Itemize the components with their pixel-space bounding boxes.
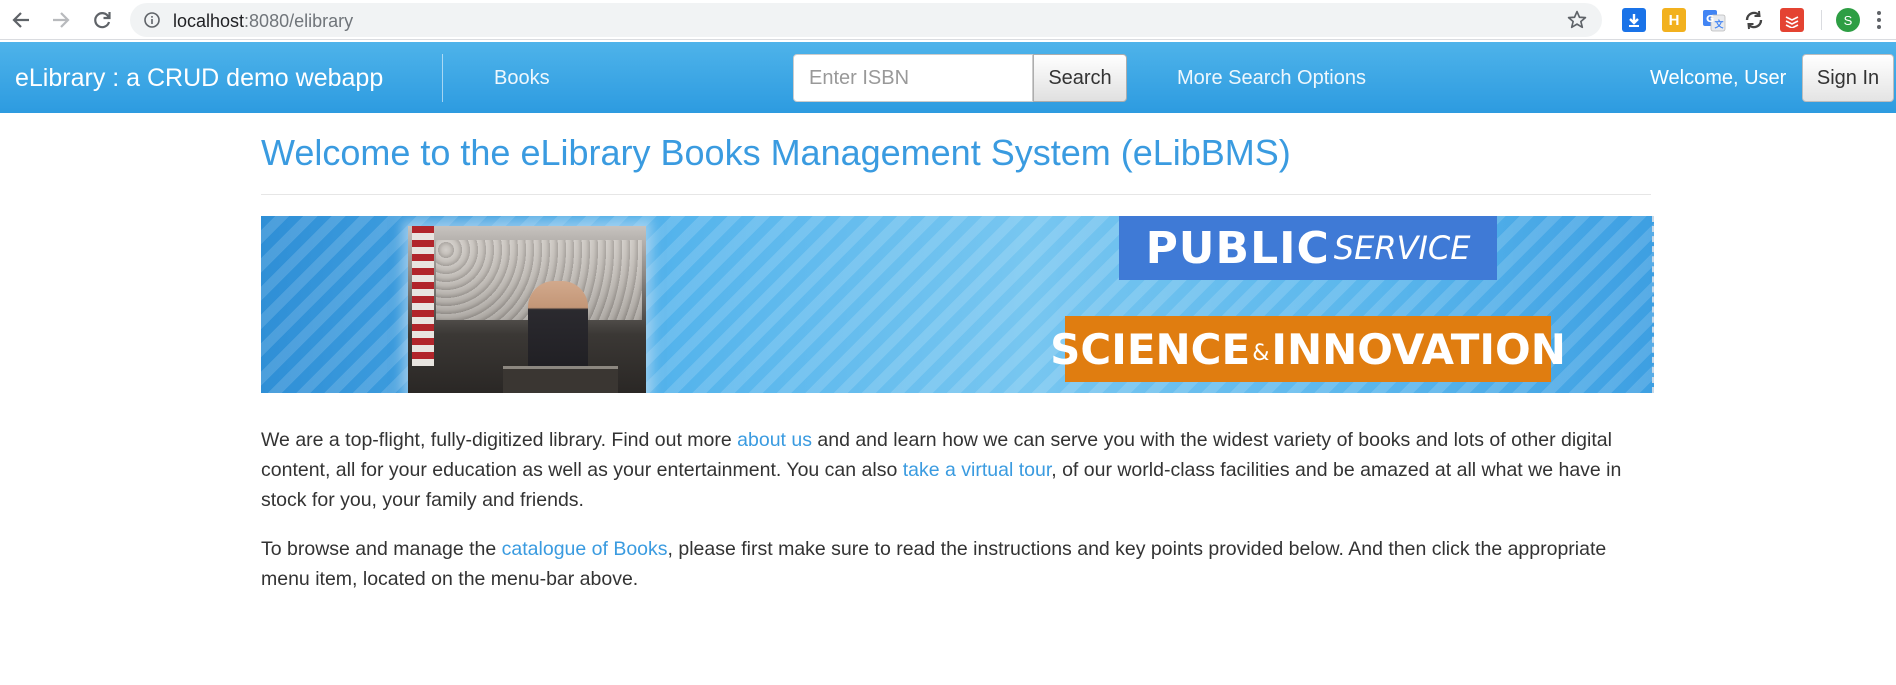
profile-avatar[interactable]: S — [1836, 8, 1860, 32]
innovation-word: INNOVATION — [1271, 324, 1566, 374]
browser-toolbar: localhost:8080/elibrary H G文 S — [0, 0, 1896, 40]
welcome-user-text: Welcome, User — [1650, 67, 1787, 89]
intro-paragraph: We are a top-flight, fully-digitized lib… — [261, 425, 1656, 515]
svg-text:G: G — [1706, 14, 1714, 25]
todoist-icon[interactable] — [1780, 8, 1804, 32]
title-divider — [261, 194, 1651, 195]
browse-paragraph: To browse and manage the catalogue of Bo… — [261, 534, 1656, 594]
speech-photo — [408, 226, 646, 393]
download-icon[interactable] — [1622, 8, 1646, 32]
toolbar-separator — [1821, 10, 1822, 30]
public-word: PUBLIC — [1145, 222, 1330, 274]
search-button[interactable]: Search — [1033, 54, 1127, 102]
intro-text-a: We are a top-flight, fully-digitized lib… — [261, 429, 738, 451]
about-us-link[interactable]: about us — [737, 429, 812, 451]
isbn-search-input[interactable] — [793, 54, 1033, 102]
navbar-divider — [442, 54, 443, 102]
translate-icon[interactable]: G文 — [1702, 8, 1726, 32]
back-arrow-icon[interactable] — [9, 8, 33, 32]
app-navbar: eLibrary : a CRUD demo webapp Books Sear… — [0, 42, 1896, 113]
h-extension-label: H — [1668, 11, 1680, 29]
address-bar[interactable]: localhost:8080/elibrary — [130, 3, 1602, 37]
science-innovation-tag: SCIENCE & INNOVATION — [1050, 316, 1566, 382]
nav-books-link[interactable]: Books — [494, 67, 550, 90]
speaker-graphic — [528, 281, 588, 376]
banner-edge — [1651, 216, 1654, 393]
bookmark-star-icon[interactable] — [1566, 9, 1588, 31]
ampersand: & — [1252, 340, 1270, 366]
svg-text:文: 文 — [1714, 19, 1725, 31]
virtual-tour-link[interactable]: take a virtual tour — [903, 459, 1052, 481]
sign-in-button[interactable]: Sign In — [1802, 54, 1894, 102]
h-extension-icon[interactable]: H — [1662, 8, 1686, 32]
browser-menu-icon[interactable] — [1876, 10, 1882, 30]
sync-icon[interactable] — [1742, 8, 1766, 32]
url-text[interactable]: localhost:8080/elibrary — [173, 11, 353, 32]
url-host: localhost — [173, 11, 245, 31]
catalogue-link[interactable]: catalogue of Books — [502, 538, 668, 560]
browse-text-a: To browse and manage the — [261, 538, 502, 560]
flag-graphic — [412, 226, 434, 366]
brand-link[interactable]: eLibrary : a CRUD demo webapp — [15, 64, 383, 93]
lectern-graphic — [503, 366, 618, 393]
reload-icon[interactable] — [90, 8, 114, 32]
forward-arrow-icon[interactable] — [49, 8, 73, 32]
url-path: :8080/elibrary — [244, 11, 354, 31]
public-service-tag: PUBLIC SERVICE — [1119, 216, 1497, 280]
site-info-icon[interactable] — [144, 12, 160, 28]
hero-banner: PUBLIC SERVICE SCIENCE & INNOVATION — [261, 216, 1654, 393]
page-title: Welcome to the eLibrary Books Management… — [261, 132, 1291, 173]
service-word: SERVICE — [1333, 229, 1471, 267]
more-search-options-link[interactable]: More Search Options — [1177, 67, 1366, 90]
science-word: SCIENCE — [1050, 324, 1251, 374]
